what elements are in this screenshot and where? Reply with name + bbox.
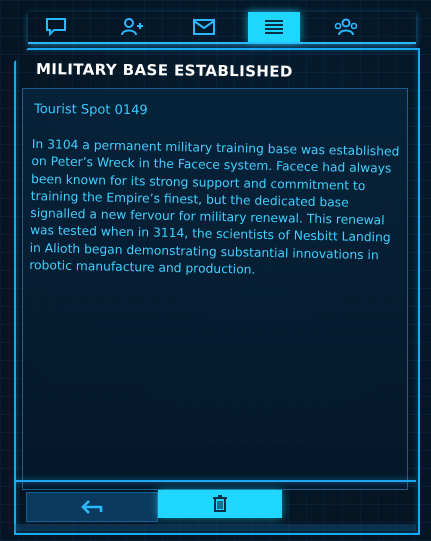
delete-button[interactable] (158, 490, 282, 518)
chat-bubble-icon (46, 18, 66, 37)
message-source: Tourist Spot 0149 (33, 102, 148, 119)
message-body: In 3104 a permanent military training ba… (29, 136, 400, 277)
message-title: MILITARY BASE ESTABLISHED (35, 60, 293, 81)
friends-icon (121, 18, 143, 36)
tab-squadron[interactable] (320, 12, 372, 42)
list-icon (265, 20, 283, 34)
back-arrow-icon (81, 500, 103, 514)
tab-mail[interactable] (178, 12, 230, 42)
tab-chat[interactable] (30, 12, 82, 42)
envelope-icon (193, 19, 215, 35)
tab-friends[interactable] (106, 12, 158, 42)
tab-bar (28, 12, 416, 44)
group-icon (334, 18, 358, 36)
bottom-bar (14, 524, 416, 531)
footer-divider (14, 480, 416, 482)
tab-log[interactable] (248, 12, 300, 42)
trash-icon (213, 495, 227, 512)
back-button[interactable] (26, 492, 158, 522)
